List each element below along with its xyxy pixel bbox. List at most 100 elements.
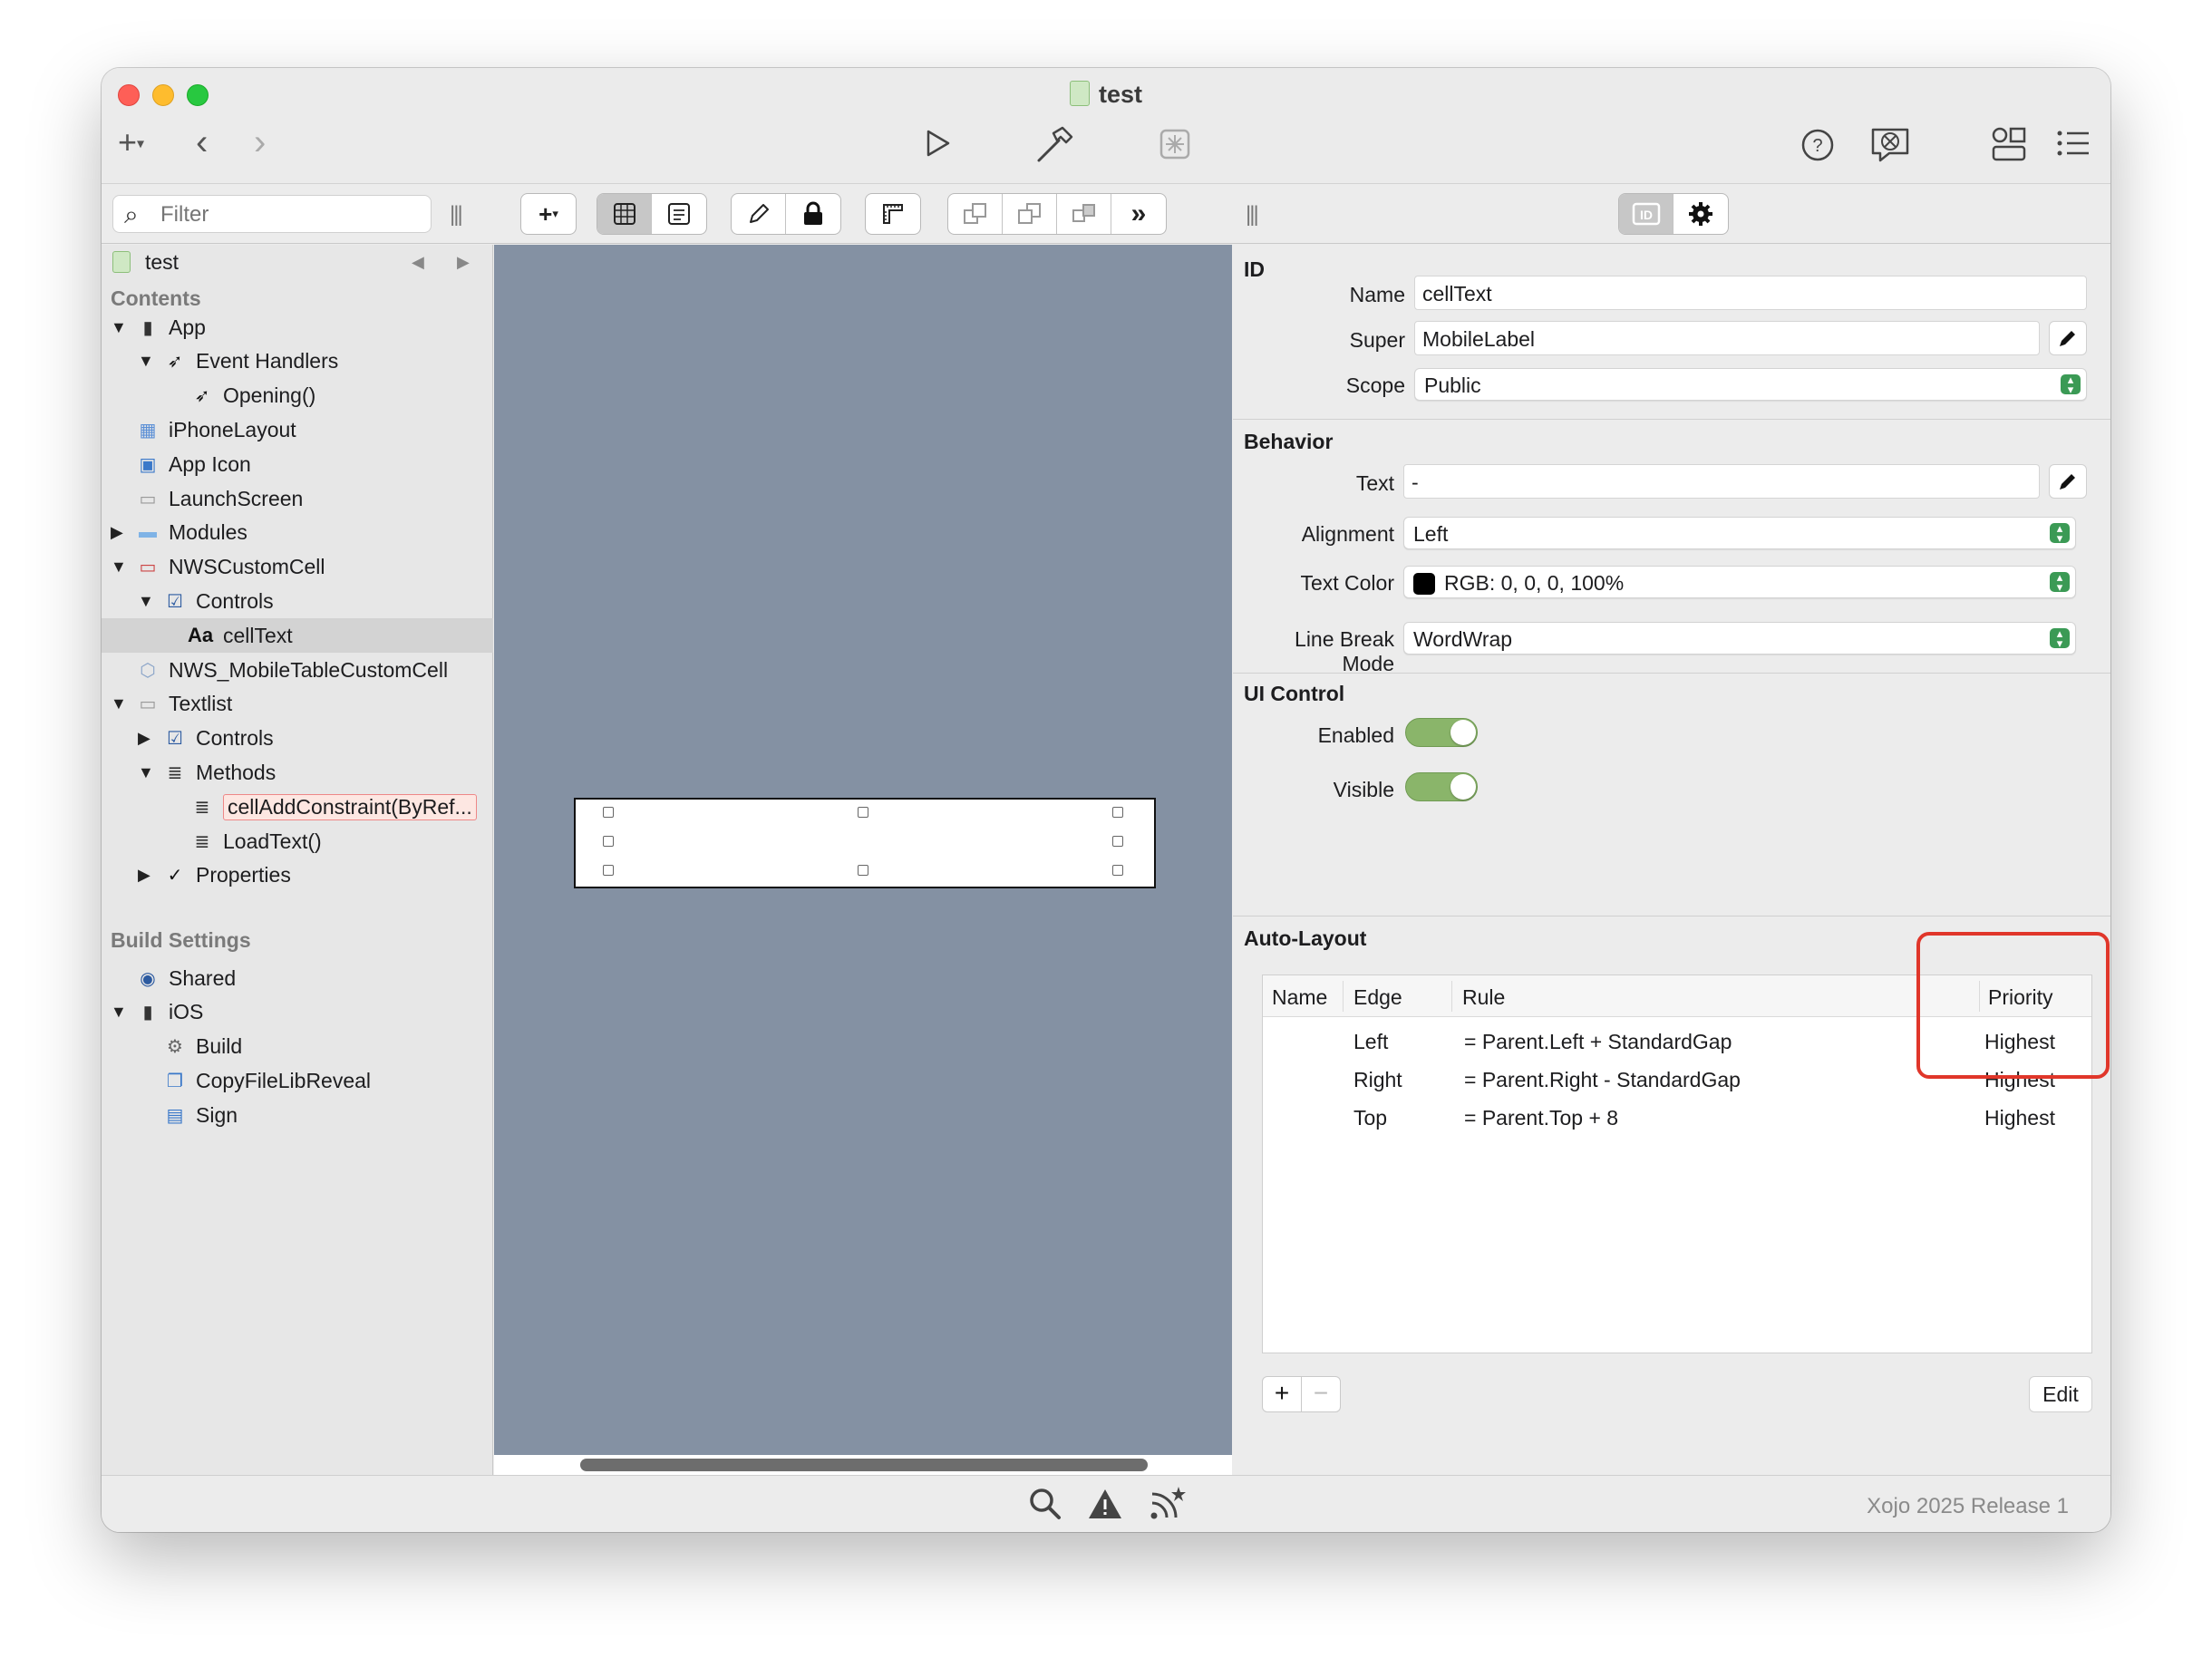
text-color-select[interactable]: RGB: 0, 0, 0, 100% ▴ ▾ [1403,566,2076,598]
items-item[interactable]: ▼ ▮ App [102,310,493,344]
edit-constraint-button[interactable]: Edit [2029,1376,2092,1412]
disclosure-expanded-icon[interactable]: ▼ [111,318,127,337]
find-button[interactable] [1028,1487,1062,1527]
send-backward-button[interactable] [1003,194,1057,234]
build_items-item[interactable]: ⚙ Build [102,1030,493,1064]
run-button[interactable] [922,128,953,165]
name-field[interactable]: cellText [1414,276,2087,310]
disclosure-expanded-icon[interactable]: ▼ [111,558,127,577]
layers-backward-icon [1017,203,1041,224]
project-header[interactable]: test ◀ ▶ [102,245,493,279]
help-button[interactable]: ? [1800,128,1835,169]
filter-input[interactable] [160,201,414,228]
nav-forward-icon[interactable]: ▶ [457,253,470,272]
inspector-toggle-button[interactable] [2056,128,2091,165]
disclosure-expanded-icon[interactable]: ▼ [138,763,154,782]
column-header-name[interactable]: Name [1272,985,1327,1010]
back-button[interactable]: ‹ [196,124,208,160]
items-item[interactable]: ▦ iPhoneLayout [102,412,493,447]
build_items-item[interactable]: ❐ CopyFileLibReveal [102,1063,493,1098]
text-field[interactable]: - [1403,464,2040,499]
column-header-edge[interactable]: Edge [1353,985,1402,1010]
canvas-scrollbar[interactable] [494,1455,1232,1475]
disclosure-collapsed-icon[interactable]: ▶ [138,729,150,748]
inspector-split-handle[interactable]: ||| [1246,202,1259,228]
celltext-label-control[interactable] [574,798,1156,888]
resize-handle[interactable] [858,807,868,818]
add-constraint-button[interactable]: + [1262,1376,1302,1412]
items-item[interactable]: ▼ ▭ NWSCustomCell [102,550,493,585]
table-row[interactable]: Top = Parent.Top + 8 Highest [1263,1102,2091,1137]
visible-toggle[interactable] [1405,772,1478,801]
navigator-filter[interactable]: ⌕ [112,195,432,233]
forward-button[interactable]: › [254,124,266,160]
disclosure-expanded-icon[interactable]: ▼ [138,352,154,371]
items-item[interactable]: ▼ ☑ Controls [102,584,493,618]
resize-handle[interactable] [603,865,614,876]
lock-button[interactable] [786,194,840,234]
navigator-split-handle[interactable]: ||| [450,202,463,228]
edit-mode-button[interactable] [732,194,786,234]
items-item[interactable]: ≣ LoadText() [102,824,493,858]
build-button[interactable] [1033,124,1075,170]
edit-super-button[interactable] [2049,321,2087,355]
enabled-toggle[interactable] [1405,718,1478,747]
super-field[interactable]: MobileLabel [1414,321,2040,355]
build_items-item[interactable]: ▤ Sign [102,1098,493,1132]
ruler-button[interactable] [866,194,920,234]
inspector-id-button[interactable]: ID [1619,194,1674,234]
resize-handle[interactable] [1112,807,1123,818]
resize-handle[interactable] [603,836,614,847]
items-item[interactable]: ▣ App Icon [102,447,493,481]
items-item[interactable]: Aa cellText [102,618,493,654]
messages-button[interactable] [1149,1485,1187,1527]
behavior-section-header: Behavior [1244,430,1334,453]
remove-constraint-button[interactable]: − [1301,1376,1341,1412]
resize-handle[interactable] [1112,836,1123,847]
inspector-attributes-button[interactable] [1674,194,1728,234]
issues-button[interactable] [1087,1487,1123,1527]
resize-handle[interactable] [603,807,614,818]
items-item[interactable]: ▶ ▬ Modules [102,516,493,550]
disclosure-expanded-icon[interactable]: ▼ [111,694,127,713]
column-header-rule[interactable]: Rule [1462,985,1505,1010]
nav-back-icon[interactable]: ◀ [412,253,424,272]
layout-canvas[interactable] [494,245,1232,1455]
properties-icon: ✓ [167,866,183,887]
copy-file-icon: ❐ [167,1071,183,1091]
debug-button[interactable] [1159,128,1191,167]
items-item[interactable]: ▼ ▭ Textlist [102,687,493,722]
alignment-select[interactable]: Left ▴ ▾ [1403,517,2076,549]
add-control-button[interactable]: + ▾ [521,194,576,234]
add-item-button[interactable]: +▾ [118,126,144,159]
disclosure-expanded-icon[interactable]: ▼ [111,1003,127,1022]
resize-handle[interactable] [858,865,868,876]
items-item[interactable]: ▶ ☑ Controls [102,722,493,756]
items-item[interactable]: ▼ ➶ Event Handlers [102,344,493,379]
items-item[interactable]: ➶ Opening() [102,379,493,413]
items-item[interactable]: ≣ cellAddConstraint(ByRef... [102,790,493,824]
disclosure-collapsed-icon[interactable]: ▶ [138,866,150,885]
items-item[interactable]: ▼ ≣ Methods [102,755,493,790]
scrollbar-thumb[interactable] [580,1459,1148,1471]
toggle-knob [1450,720,1476,745]
more-tools-button[interactable]: » [1111,194,1166,234]
build_items-item[interactable]: ▼ ▮ iOS [102,995,493,1030]
edit-text-button[interactable] [2049,464,2087,499]
items-item[interactable]: ▭ LaunchScreen [102,481,493,516]
nav-item-label: Build [196,1034,243,1059]
disclosure-collapsed-icon[interactable]: ▶ [111,523,123,542]
scope-select[interactable]: Public ▴ ▾ [1414,368,2087,401]
resize-handle[interactable] [1112,865,1123,876]
items-item[interactable]: ▶ ✓ Properties [102,858,493,893]
line-break-mode-select[interactable]: WordWrap ▴ ▾ [1403,622,2076,655]
code-view-button[interactable] [652,194,706,234]
bring-forward-button[interactable] [948,194,1003,234]
disclosure-expanded-icon[interactable]: ▼ [138,592,154,611]
feedback-button[interactable] [1869,126,1911,170]
library-button[interactable] [1991,126,2027,169]
layout-view-button[interactable] [597,194,652,234]
items-item[interactable]: ⬡ NWS_MobileTableCustomCell [102,653,493,687]
build_items-item[interactable]: ◉ Shared [102,961,493,995]
bring-to-front-button[interactable] [1057,194,1111,234]
